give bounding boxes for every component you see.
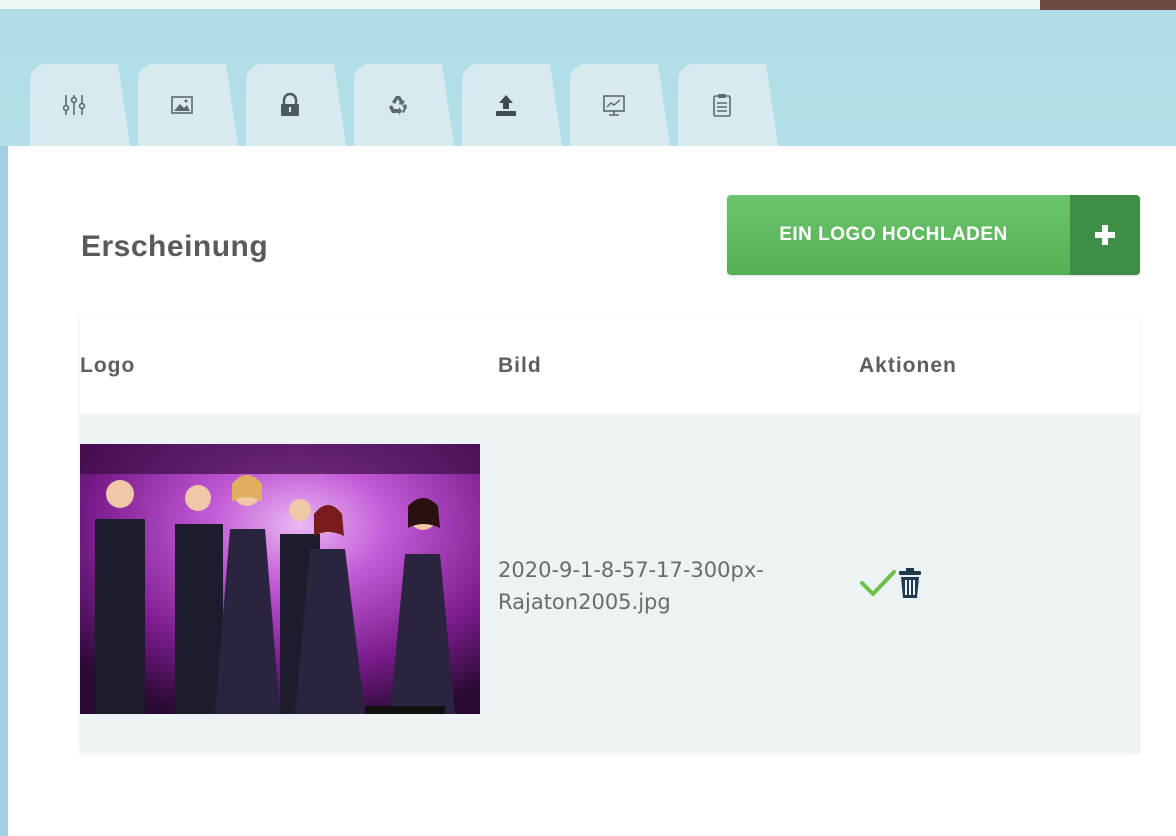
upload-icon [496, 95, 516, 116]
check-icon[interactable] [858, 566, 898, 600]
tab-display[interactable] [570, 64, 670, 146]
image-icon [171, 96, 193, 114]
tab-general-settings[interactable] [30, 64, 130, 146]
image-filename: 2020-9-1-8-57-17-300px- Rajaton2005.jpg [498, 554, 848, 618]
upload-logo-label: EIN LOGO HOCHLADEN [727, 195, 1070, 275]
table-row: 2020-9-1-8-57-17-300px- Rajaton2005.jpg [80, 414, 1140, 752]
tab-appearance[interactable] [138, 64, 238, 146]
sliders-icon [62, 95, 86, 115]
left-edge-strip [0, 146, 8, 836]
trash-icon[interactable] [898, 566, 922, 600]
monitor-chart-icon [603, 95, 625, 116]
page-title: Erscheinung [81, 230, 269, 263]
clipboard-icon [713, 94, 731, 117]
top-right-bar [1040, 0, 1176, 10]
plus-icon [1095, 225, 1115, 245]
top-bar [0, 0, 1040, 9]
row-actions [858, 566, 922, 600]
image-filename-line1: 2020-9-1-8-57-17-300px- [498, 558, 764, 582]
upload-logo-button[interactable]: EIN LOGO HOCHLADEN [727, 195, 1140, 275]
image-filename-line2: Rajaton2005.jpg [498, 590, 671, 614]
lock-icon [281, 92, 299, 116]
upload-plus-area [1070, 195, 1140, 275]
column-header-logo: Logo [80, 354, 136, 377]
tab-logs[interactable] [678, 64, 778, 146]
column-header-image: Bild [498, 354, 542, 377]
logo-table: Logo Bild Aktionen 2020-9-1-8-57-17-300p… [80, 316, 1140, 752]
table-header: Logo Bild Aktionen [80, 316, 1140, 415]
recycle-icon [389, 96, 407, 115]
logo-thumbnail [80, 444, 480, 714]
tab-security[interactable] [246, 64, 346, 146]
column-header-actions: Aktionen [859, 354, 957, 377]
tab-upload[interactable] [462, 64, 562, 146]
tab-recycle[interactable] [354, 64, 454, 146]
